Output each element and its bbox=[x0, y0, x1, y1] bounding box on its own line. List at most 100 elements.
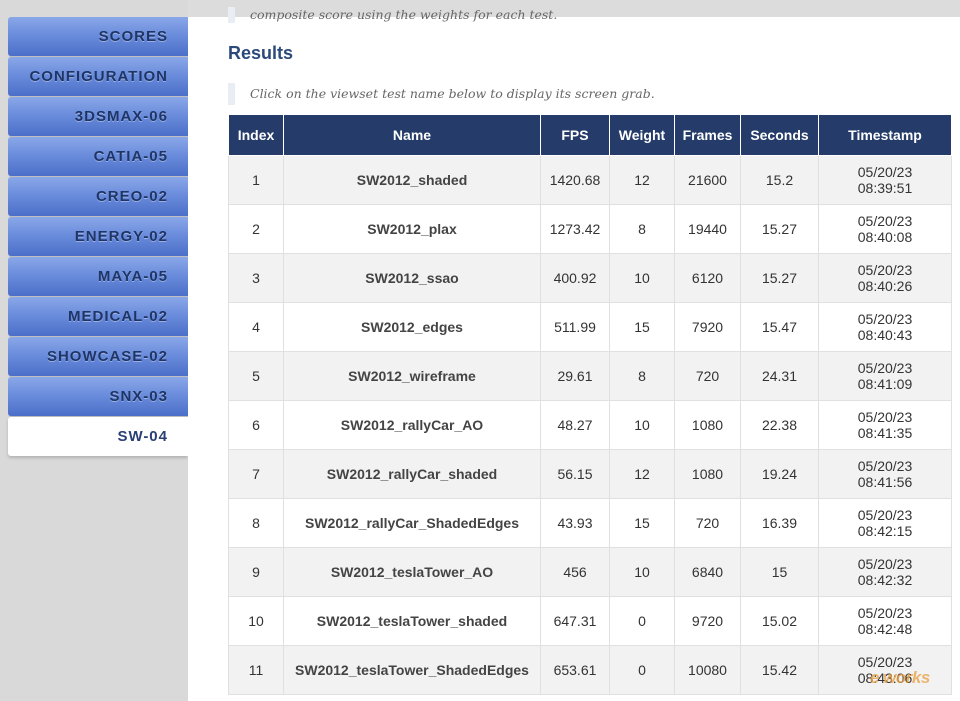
timestamp-time: 08:41:09 bbox=[857, 376, 913, 392]
cell-timestamp: 05/20/23 08:41:35 bbox=[818, 400, 952, 450]
cell-timestamp: 05/20/23 08:40:26 bbox=[818, 253, 952, 303]
cell-test-name-link[interactable]: SW2012_ssao bbox=[283, 253, 541, 303]
cell-fps: 647.31 bbox=[540, 596, 610, 646]
table-row: 2 SW2012_plax 1273.42 8 19440 15.27 05/20/23 08… bbox=[228, 204, 952, 254]
cell-timestamp: 05/20/23 08:42:48 bbox=[818, 596, 952, 646]
cell-weight: 0 bbox=[609, 645, 675, 695]
timestamp-time: 08:42:48 bbox=[857, 621, 913, 637]
cell-weight: 10 bbox=[609, 253, 675, 303]
table-row: 10 SW2012_teslaTower_shaded 647.31 0 9720 15.… bbox=[228, 596, 952, 646]
results-body: 1 SW2012_shaded 1420.68 12 21600 15.2 05/20/23… bbox=[228, 155, 952, 695]
table-header-row: Index Name FPS Weight Frames Seconds Tim… bbox=[228, 114, 952, 156]
cell-seconds: 15.47 bbox=[740, 302, 819, 352]
nav-item-energy-02[interactable]: ENERGY-02 bbox=[8, 217, 188, 256]
timestamp-date: 05/20/23 bbox=[857, 409, 913, 425]
cell-frames: 720 bbox=[674, 351, 741, 401]
cell-weight: 15 bbox=[609, 498, 675, 548]
nav-item-scores[interactable]: SCORES bbox=[8, 17, 188, 56]
nav-item-sw-04[interactable]: SW-04 bbox=[8, 417, 188, 456]
cell-seconds: 15.42 bbox=[740, 645, 819, 695]
cell-fps: 511.99 bbox=[540, 302, 610, 352]
cell-index: 1 bbox=[228, 155, 284, 205]
cell-index: 7 bbox=[228, 449, 284, 499]
cell-fps: 456 bbox=[540, 547, 610, 597]
nav-item-configuration[interactable]: CONFIGURATION bbox=[8, 57, 188, 96]
cell-fps: 43.93 bbox=[540, 498, 610, 548]
nav-item-3dsmax-06[interactable]: 3DSMAX-06 bbox=[8, 97, 188, 136]
cell-frames: 1080 bbox=[674, 449, 741, 499]
table-row: 9 SW2012_teslaTower_AO 456 10 6840 15 05/20/23… bbox=[228, 547, 952, 597]
cell-test-name-link[interactable]: SW2012_wireframe bbox=[283, 351, 541, 401]
cell-test-name-link[interactable]: SW2012_edges bbox=[283, 302, 541, 352]
timestamp-date: 05/20/23 bbox=[857, 262, 913, 278]
timestamp-date: 05/20/23 bbox=[857, 458, 913, 474]
header-frames: Frames bbox=[674, 114, 741, 156]
cell-index: 4 bbox=[228, 302, 284, 352]
cell-seconds: 16.39 bbox=[740, 498, 819, 548]
nav-item-maya-05[interactable]: MAYA-05 bbox=[8, 257, 188, 296]
cell-seconds: 19.24 bbox=[740, 449, 819, 499]
timestamp-time: 08:42:15 bbox=[857, 523, 913, 539]
results-table: Index Name FPS Weight Frames Seconds Tim… bbox=[228, 114, 952, 695]
cell-index: 8 bbox=[228, 498, 284, 548]
watermark-logo: e works bbox=[870, 668, 930, 687]
cell-weight: 10 bbox=[609, 547, 675, 597]
header-index: Index bbox=[228, 114, 284, 156]
cell-test-name-link[interactable]: SW2012_teslaTower_AO bbox=[283, 547, 541, 597]
timestamp-time: 08:41:35 bbox=[857, 425, 913, 441]
cell-seconds: 24.31 bbox=[740, 351, 819, 401]
main-content: composite score using the weights for ea… bbox=[188, 7, 960, 701]
table-row: 6 SW2012_rallyCar_AO 48.27 10 1080 22.38 05/20… bbox=[228, 400, 952, 450]
table-row: 4 SW2012_edges 511.99 15 7920 15.47 05/20/23 08… bbox=[228, 302, 952, 352]
cell-frames: 1080 bbox=[674, 400, 741, 450]
cell-seconds: 15.27 bbox=[740, 204, 819, 254]
cell-frames: 6840 bbox=[674, 547, 741, 597]
cell-weight: 10 bbox=[609, 400, 675, 450]
cell-seconds: 15.2 bbox=[740, 155, 819, 205]
cell-test-name-link[interactable]: SW2012_shaded bbox=[283, 155, 541, 205]
cell-test-name-link[interactable]: SW2012_plax bbox=[283, 204, 541, 254]
table-row: 8 SW2012_rallyCar_ShadedEdges 43.93 15 720 16… bbox=[228, 498, 952, 548]
timestamp-time: 08:39:51 bbox=[857, 180, 913, 196]
cell-frames: 10080 bbox=[674, 645, 741, 695]
table-row: 5 SW2012_wireframe 29.61 8 720 24.31 05/20/23 0… bbox=[228, 351, 952, 401]
cell-frames: 9720 bbox=[674, 596, 741, 646]
cell-fps: 400.92 bbox=[540, 253, 610, 303]
timestamp-date: 05/20/23 bbox=[857, 605, 913, 621]
cell-frames: 19440 bbox=[674, 204, 741, 254]
cell-fps: 653.61 bbox=[540, 645, 610, 695]
nav-item-snx-03[interactable]: SNX-03 bbox=[8, 377, 188, 416]
cell-test-name-link[interactable]: SW2012_rallyCar_AO bbox=[283, 400, 541, 450]
timestamp-date: 05/20/23 bbox=[857, 213, 913, 229]
header-weight: Weight bbox=[609, 114, 675, 156]
header-fps: FPS bbox=[540, 114, 610, 156]
cell-test-name-link[interactable]: SW2012_teslaTower_shaded bbox=[283, 596, 541, 646]
cell-fps: 56.15 bbox=[540, 449, 610, 499]
nav-item-showcase-02[interactable]: SHOWCASE-02 bbox=[8, 337, 188, 376]
cell-index: 6 bbox=[228, 400, 284, 450]
cell-test-name-link[interactable]: SW2012_rallyCar_shaded bbox=[283, 449, 541, 499]
nav-item-medical-02[interactable]: MEDICAL-02 bbox=[8, 297, 188, 336]
nav-item-creo-02[interactable]: CREO-02 bbox=[8, 177, 188, 216]
timestamp-date: 05/20/23 bbox=[857, 164, 913, 180]
cell-fps: 48.27 bbox=[540, 400, 610, 450]
results-heading: Results bbox=[228, 43, 294, 63]
cell-timestamp: 05/20/23 08:42:32 bbox=[818, 547, 952, 597]
header-seconds: Seconds bbox=[740, 114, 819, 156]
cell-timestamp: 05/20/23 08:39:51 bbox=[818, 155, 952, 205]
timestamp-date: 05/20/23 bbox=[857, 311, 913, 327]
timestamp-time: 08:40:08 bbox=[857, 229, 913, 245]
cell-timestamp: 05/20/23 08:40:08 bbox=[818, 204, 952, 254]
nav-item-catia-05[interactable]: CATIA-05 bbox=[8, 137, 188, 176]
cell-weight: 12 bbox=[609, 449, 675, 499]
sidebar-nav: SCORES CONFIGURATION 3DSMAX-06 CATIA-05 … bbox=[0, 0, 188, 701]
cell-seconds: 15.02 bbox=[740, 596, 819, 646]
cell-weight: 0 bbox=[609, 596, 675, 646]
cell-test-name-link[interactable]: SW2012_rallyCar_ShadedEdges bbox=[283, 498, 541, 548]
cell-index: 11 bbox=[228, 645, 284, 695]
cell-timestamp: 05/20/23 08:41:56 bbox=[818, 449, 952, 499]
cell-fps: 1420.68 bbox=[540, 155, 610, 205]
cell-test-name-link[interactable]: SW2012_teslaTower_ShadedEdges bbox=[283, 645, 541, 695]
table-row: 3 SW2012_ssao 400.92 10 6120 15.27 05/20/23 08:… bbox=[228, 253, 952, 303]
cell-weight: 8 bbox=[609, 351, 675, 401]
